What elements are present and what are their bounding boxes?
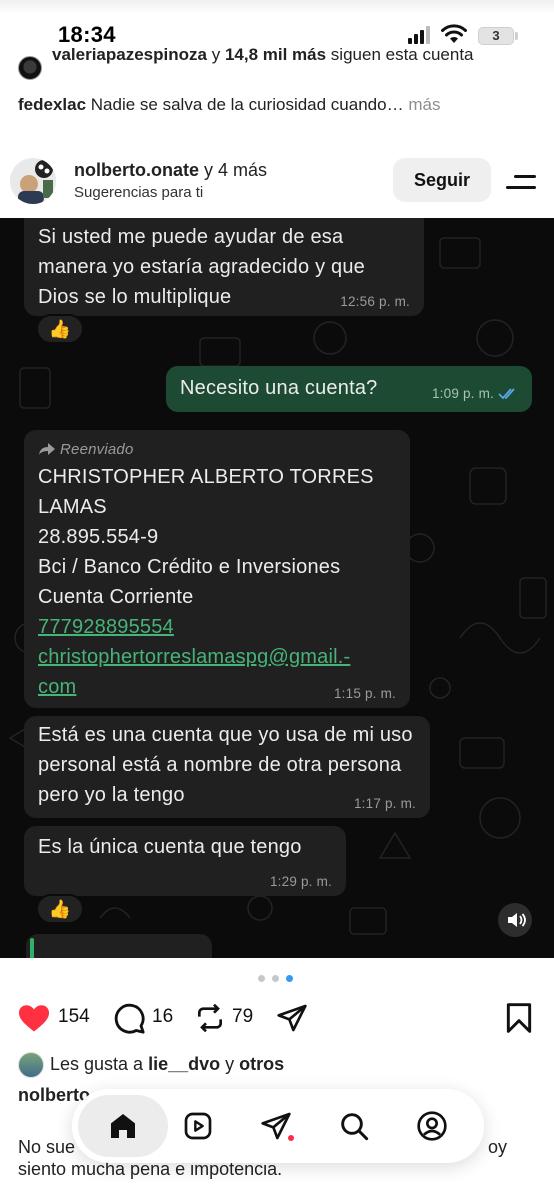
- message-bubble-incoming[interactable]: Es la única cuenta que tengo 1:29 p. m.: [24, 826, 346, 896]
- more-options-icon[interactable]: [506, 170, 538, 192]
- repost-icon[interactable]: [194, 1002, 226, 1034]
- forwarded-text: Reenviado: [60, 441, 134, 458]
- search-icon[interactable]: [338, 1110, 370, 1142]
- follower-username[interactable]: valeriapazespinoza: [52, 45, 207, 64]
- account-line: 28.895.554-9: [38, 526, 159, 548]
- heart-icon[interactable]: [16, 1000, 52, 1036]
- liked-by-joiner: y: [225, 1053, 235, 1074]
- author-avatar[interactable]: [10, 158, 56, 204]
- battery-icon: 3: [478, 27, 514, 45]
- liker-avatar: [18, 1052, 44, 1078]
- message-reaction: 👍: [36, 314, 84, 344]
- avatar-image: [10, 158, 56, 204]
- author-username[interactable]: nolberto.onate: [74, 160, 199, 180]
- likes-count[interactable]: 154: [58, 1006, 90, 1028]
- comments-count[interactable]: 16: [152, 1006, 173, 1028]
- caption-username[interactable]: fedexlac: [18, 95, 86, 114]
- message-bubble-outgoing[interactable]: Necesito una cuenta? 1:09 p. m.: [166, 366, 532, 412]
- battery-tip: [515, 32, 518, 40]
- post-authors[interactable]: nolberto.onate y 4 más: [74, 160, 267, 181]
- post-subtitle: Sugerencias para ti: [74, 184, 204, 201]
- message-bubble-incoming[interactable]: Si usted me puede ayudar de esa manera y…: [24, 218, 424, 316]
- forward-arrow-icon: [39, 443, 55, 455]
- more-link[interactable]: más: [408, 95, 440, 114]
- partial-next-message: [26, 934, 212, 958]
- account-line: Bci / Banco Crédito e Inversiones: [38, 556, 341, 578]
- follow-rest: siguen esta cuenta: [330, 45, 474, 64]
- message-text: Es la única cuenta que tengo: [38, 836, 302, 858]
- follower-avatar[interactable]: [18, 56, 42, 80]
- status-bar: 18:34 3: [0, 0, 554, 47]
- reels-icon[interactable]: [182, 1110, 214, 1142]
- home-icon[interactable]: [107, 1110, 139, 1142]
- follow-button[interactable]: Seguir: [393, 158, 491, 202]
- comment-icon[interactable]: [112, 1001, 146, 1035]
- cellular-signal-icon: [408, 26, 430, 44]
- post-image-chat-screenshot[interactable]: Si usted me puede ayudar de esa manera y…: [0, 218, 554, 958]
- bottom-navigation: [72, 1089, 484, 1163]
- reposts-count[interactable]: 79: [232, 1006, 253, 1028]
- message-time: 1:29 p. m.: [269, 874, 332, 889]
- message-time: 12:56 p. m.: [340, 294, 410, 309]
- account-number-link[interactable]: 777928895554: [38, 612, 396, 642]
- caption-line1-start: No sue: [18, 1137, 76, 1157]
- caption-text: Nadie se salva de la curiosidad cuando…: [90, 95, 404, 114]
- wifi-icon: [441, 24, 467, 43]
- liked-by-prefix: Les gusta a: [50, 1053, 144, 1074]
- battery-level: 3: [492, 28, 500, 43]
- forwarded-label: Reenviado: [38, 434, 396, 462]
- account-line: CHRISTOPHER ALBERTO TORRES: [38, 466, 374, 488]
- read-receipt-icon: [498, 388, 515, 400]
- post-actions: 154 16 79: [0, 998, 554, 1038]
- profile-icon[interactable]: [416, 1110, 448, 1142]
- follow-others-count[interactable]: 14,8 mil más: [225, 45, 326, 64]
- message-time: 1:09 p. m.: [431, 386, 494, 401]
- message-bubble-incoming[interactable]: Está es una cuenta que yo usa de mi uso …: [24, 716, 430, 818]
- email-link[interactable]: christophertorreslamaspg@gmail.-: [38, 642, 396, 672]
- blurred-header-strip: [0, 0, 554, 14]
- message-time: 1:15 p. m.: [333, 686, 396, 701]
- speaker-icon: [508, 913, 526, 927]
- account-line: LAMAS: [38, 496, 107, 518]
- message-time: 1:17 p. m.: [353, 796, 416, 811]
- message-bubble-forwarded[interactable]: Reenviado CHRISTOPHER ALBERTO TORRES LAM…: [24, 430, 410, 708]
- previous-post-caption[interactable]: fedexlac Nadie se salva de la curiosidad…: [18, 95, 538, 115]
- message-reaction: 👍: [36, 894, 84, 924]
- coauthors-suffix[interactable]: y 4 más: [204, 160, 267, 180]
- send-icon[interactable]: [276, 1002, 308, 1034]
- bookmark-icon[interactable]: [504, 1002, 534, 1034]
- liker-username[interactable]: lie__dvo: [148, 1054, 220, 1074]
- notification-dot: [288, 1135, 294, 1141]
- post-header: nolberto.onate y 4 más Sugerencias para …: [0, 150, 554, 218]
- caption-line1-end: oy: [488, 1137, 508, 1157]
- liked-by-others[interactable]: otros: [239, 1054, 284, 1074]
- liked-by[interactable]: Les gusta a lie__dvo y otros: [18, 1052, 284, 1078]
- account-line: Cuenta Corriente: [38, 586, 194, 608]
- volume-button[interactable]: [498, 903, 532, 937]
- follow-joiner: y: [211, 45, 221, 64]
- carousel-indicator: [258, 975, 298, 983]
